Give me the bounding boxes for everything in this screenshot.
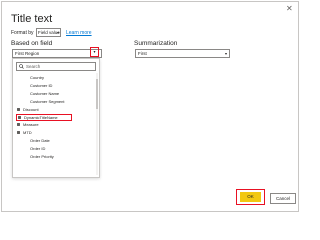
list-item-label: Order Date bbox=[30, 138, 50, 143]
table-icon bbox=[17, 108, 20, 111]
based-on-field-select[interactable]: First Region bbox=[12, 49, 102, 58]
summarization-select[interactable]: First ▾ bbox=[135, 49, 230, 58]
based-on-field-value: First Region bbox=[15, 51, 40, 56]
list-item-label: Discount bbox=[23, 107, 39, 112]
scrollbar-thumb[interactable] bbox=[96, 79, 98, 109]
dialog: ✕ Title text Format by Field value ▾ Lea… bbox=[1, 1, 299, 212]
summarization-value: First bbox=[138, 51, 147, 56]
table-icon bbox=[17, 131, 20, 134]
dialog-title: Title text bbox=[11, 13, 53, 25]
list-item-label: Customer ID bbox=[30, 83, 53, 88]
learn-more-link[interactable]: Learn more bbox=[66, 30, 92, 36]
list-item-highlighted[interactable]: DynamicTitleName bbox=[16, 114, 72, 121]
table-icon bbox=[18, 116, 21, 119]
search-placeholder: Search bbox=[26, 64, 41, 69]
close-icon[interactable]: ✕ bbox=[286, 5, 293, 13]
search-input[interactable]: Search bbox=[16, 62, 96, 71]
table-icon bbox=[17, 123, 20, 126]
summarization-label: Summarization bbox=[134, 40, 178, 47]
chevron-down-icon: ▾ bbox=[56, 30, 59, 35]
ok-button-highlight: OK bbox=[236, 189, 265, 205]
format-by-select[interactable]: Field value ▾ bbox=[36, 28, 61, 37]
list-item-label: DynamicTitleName bbox=[24, 115, 58, 120]
list-item-label: Customer Segment bbox=[30, 99, 65, 104]
ok-button[interactable]: OK bbox=[240, 192, 261, 202]
scrollbar[interactable] bbox=[96, 73, 98, 175]
list-item-label: Customer Name bbox=[30, 91, 60, 96]
field-dropdown-list: Search Country Customer ID Customer Name… bbox=[12, 58, 100, 178]
list-item-label: Order ID bbox=[30, 146, 46, 151]
chevron-down-icon: ▾ bbox=[93, 49, 96, 54]
search-icon bbox=[19, 64, 24, 69]
chevron-down-icon: ▾ bbox=[224, 51, 227, 56]
list-item-label: MTD bbox=[23, 130, 32, 135]
format-by-label: Format by bbox=[11, 30, 34, 36]
list-item-label: Order Priority bbox=[30, 154, 54, 159]
list-item-label: Country bbox=[30, 75, 45, 80]
based-on-field-dropdown-button[interactable]: ▾ bbox=[90, 47, 99, 57]
list-item-label: Measure bbox=[23, 122, 39, 127]
based-on-field-label: Based on field bbox=[11, 40, 53, 47]
cancel-button[interactable]: Cancel bbox=[270, 193, 296, 204]
